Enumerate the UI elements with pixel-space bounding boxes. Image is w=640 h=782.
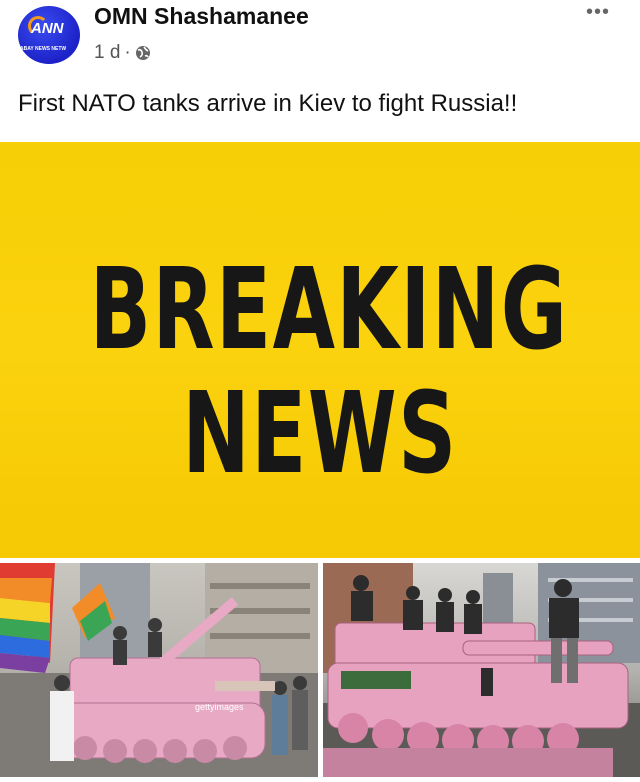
- breaking-news-image[interactable]: BREAKING NEWS: [0, 142, 640, 558]
- avatar-logo-subtext: ABAY NEWS NETW: [20, 46, 67, 52]
- avatar-logo-text: ANN: [31, 20, 64, 37]
- rainbow-flag-left: [0, 563, 55, 673]
- breaking-headline-line2: NEWS: [182, 369, 458, 499]
- page-name-link[interactable]: OMN Shashamanee: [94, 3, 309, 30]
- more-options-icon[interactable]: •••: [586, 2, 610, 22]
- photo-grid: gettyimages: [0, 563, 640, 782]
- post-text: First NATO tanks arrive in Kiev to fight…: [18, 90, 518, 117]
- post-time-link[interactable]: 1 d: [94, 42, 120, 64]
- post-header: ANN ABAY NEWS NETW OMN Shashamanee 1 d ·…: [0, 0, 640, 80]
- getty-watermark: gettyimages: [195, 702, 244, 712]
- pink-tank-parade-photo-right[interactable]: [323, 563, 640, 777]
- breaking-headline-line1: BREAKING: [89, 245, 569, 375]
- pink-tank-parade-photo-left[interactable]: gettyimages: [0, 563, 318, 777]
- globe-icon[interactable]: [135, 45, 151, 61]
- page-avatar[interactable]: ANN ABAY NEWS NETW: [18, 6, 80, 64]
- post-meta: 1 d ·: [94, 42, 151, 64]
- meta-separator: ·: [124, 42, 131, 63]
